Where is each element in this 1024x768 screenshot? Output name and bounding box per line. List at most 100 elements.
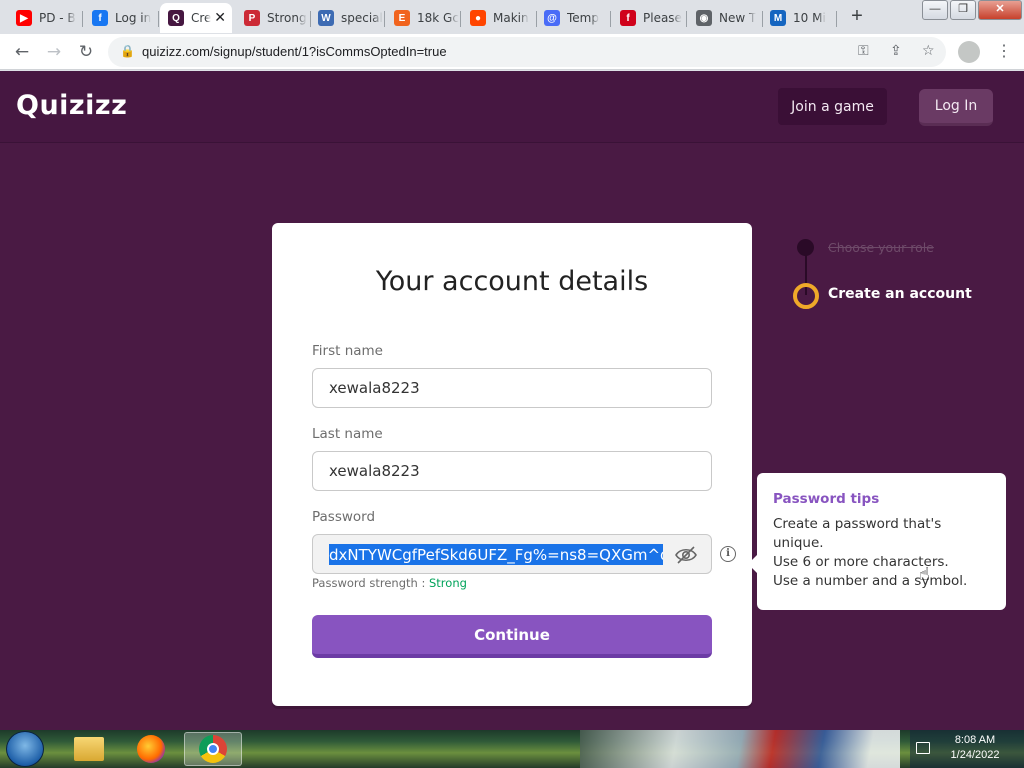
password-tip-1: Create a password that's unique. (773, 516, 942, 551)
hide-password-eye-icon[interactable] (675, 545, 697, 565)
share-icon[interactable]: ⇪ (890, 43, 902, 59)
password-strength: Password strength : Strong (312, 576, 467, 590)
browser-tab[interactable]: ◉ New T (688, 3, 763, 33)
reload-icon[interactable]: ↻ (74, 40, 98, 64)
browser-tab-title: 18k Gc (417, 11, 459, 25)
password-tip-2: Use 6 or more characters. (773, 554, 949, 570)
facebook-icon: f (92, 10, 108, 26)
password-label: Password (312, 509, 376, 525)
browser-tab-title: Please (643, 11, 682, 25)
taskbar-clock[interactable]: 8:08 AM 1/24/2022 (940, 733, 1010, 763)
tab-separator (836, 11, 837, 27)
login-button[interactable]: Log In (919, 89, 993, 126)
back-arrow-icon[interactable]: ← (10, 40, 34, 64)
last-name-field[interactable]: xewala8223 (312, 451, 712, 491)
join-game-button[interactable]: Join a game (778, 88, 887, 125)
browser-tab-title: 10 Mi (793, 11, 826, 25)
browser-tab[interactable]: f Please (612, 3, 687, 33)
browser-tab[interactable]: @ Temp (536, 3, 611, 33)
network-icon[interactable] (916, 742, 930, 754)
browser-tab-strip: + — ❐ ✕ ▶ PD - Bf Log in Q Cre ✕ P Strong Wspeci… (0, 0, 1024, 34)
clock-date: 1/24/2022 (950, 749, 1000, 761)
forward-arrow-icon[interactable]: → (42, 40, 66, 64)
tab-separator (384, 11, 385, 27)
bookmark-star-icon[interactable]: ☆ (922, 43, 935, 59)
tab-separator (158, 11, 159, 27)
browser-tab[interactable]: f Log in (84, 3, 159, 33)
site-header: Quizizz Join a game Log In (0, 71, 1024, 143)
taskbar-explorer[interactable] (60, 732, 118, 766)
browser-tab-title: special (341, 11, 383, 25)
page-title: Your account details (375, 266, 649, 297)
taskbar-chrome[interactable] (184, 732, 242, 766)
tooltip-arrow (748, 555, 757, 573)
key-icon[interactable]: ⚿ (858, 43, 869, 59)
chrome-icon (199, 735, 227, 763)
w-icon: W (318, 10, 334, 26)
step-choose-role[interactable]: Choose your role (828, 240, 934, 255)
browser-tab-title: Log in (115, 11, 152, 25)
password-strength-value: Strong (429, 576, 467, 590)
step-done-dot (797, 239, 814, 256)
first-name-value[interactable]: xewala8223 (329, 379, 420, 397)
step-create-account: Create an account (828, 286, 972, 302)
maximize-button[interactable]: ❐ (950, 0, 976, 20)
signup-card: Your account details First name xewala82… (272, 223, 752, 706)
browser-menu-icon[interactable]: ⋮ (996, 41, 1012, 61)
browser-tab[interactable]: ● Makin (462, 3, 537, 33)
m-icon: M (770, 10, 786, 26)
browser-tab-title: Temp (567, 11, 599, 25)
tab-separator (460, 11, 461, 27)
first-name-label: First name (312, 343, 383, 359)
tab-separator (610, 11, 611, 27)
last-name-value[interactable]: xewala8223 (329, 462, 420, 480)
taskbar-firefox[interactable] (122, 732, 180, 766)
password-field[interactable]: dxNTYWCgfPefSkd6UFZ_Fg%=ns8=QXGm^qU (312, 534, 712, 574)
continue-button[interactable]: Continue (312, 615, 712, 658)
folder-icon (74, 737, 104, 761)
browser-tab-title: New T (719, 11, 757, 25)
browser-tab[interactable]: P Strong (236, 3, 311, 33)
step-current-ring (793, 283, 819, 309)
clock-time: 8:08 AM (954, 734, 996, 746)
browser-tab[interactable]: Wspecial (310, 3, 385, 33)
wallpaper-art (580, 730, 900, 768)
url-text[interactable]: quizizz.com/signup/student/1?isCommsOpte… (142, 44, 447, 59)
browser-tab[interactable]: Q Cre ✕ (160, 3, 232, 33)
password-info-icon[interactable]: i (720, 546, 736, 562)
last-name-label: Last name (312, 426, 383, 442)
password-tips-tooltip: Password tips Create a password that's u… (748, 473, 1006, 610)
new-tab-button[interactable]: + (845, 5, 869, 29)
pinterest-icon: P (244, 10, 260, 26)
close-tab-icon[interactable]: ✕ (214, 9, 226, 26)
quizizz-logo[interactable]: Quizizz (16, 90, 127, 121)
tab-separator (82, 11, 83, 27)
address-bar[interactable]: 🔒 quizizz.com/signup/student/1?isCommsOp… (108, 37, 946, 67)
password-tip-3: Use a number and a symbol. (773, 573, 968, 589)
minimize-button[interactable]: — (922, 0, 948, 20)
at-icon: @ (544, 10, 560, 26)
browser-tab[interactable]: ▶ PD - B (8, 3, 83, 33)
browser-tab-title: Makin (493, 11, 529, 25)
password-value-selected[interactable]: dxNTYWCgfPefSkd6UFZ_Fg%=ns8=QXGm^qU (329, 544, 663, 565)
tab-separator (686, 11, 687, 27)
password-tips-title: Password tips (773, 491, 880, 507)
browser-tab[interactable]: M 10 Mi (762, 3, 837, 33)
browser-tab-title: Cre (191, 11, 212, 25)
hand-cursor-icon: ☝ (919, 564, 930, 585)
windows-taskbar: 8:08 AM 1/24/2022 (0, 730, 1024, 768)
start-button-icon[interactable] (6, 731, 44, 767)
etsy-icon: E (394, 10, 410, 26)
first-name-field[interactable]: xewala8223 (312, 368, 712, 408)
youtube-icon: ▶ (16, 10, 32, 26)
firefox-icon (137, 735, 165, 763)
reddit-icon: ● (470, 10, 486, 26)
browser-tab[interactable]: E 18k Gc (386, 3, 461, 33)
browser-tab-title: Strong (267, 11, 307, 25)
lock-icon[interactable]: 🔒 (120, 44, 135, 58)
chrome-tab-icon: ◉ (696, 10, 712, 26)
quizizz-page: Quizizz Join a game Log In Your account … (0, 71, 1024, 730)
close-window-button[interactable]: ✕ (978, 0, 1022, 20)
profile-avatar-icon[interactable] (958, 41, 980, 63)
password-strength-label: Password strength : (312, 576, 429, 590)
